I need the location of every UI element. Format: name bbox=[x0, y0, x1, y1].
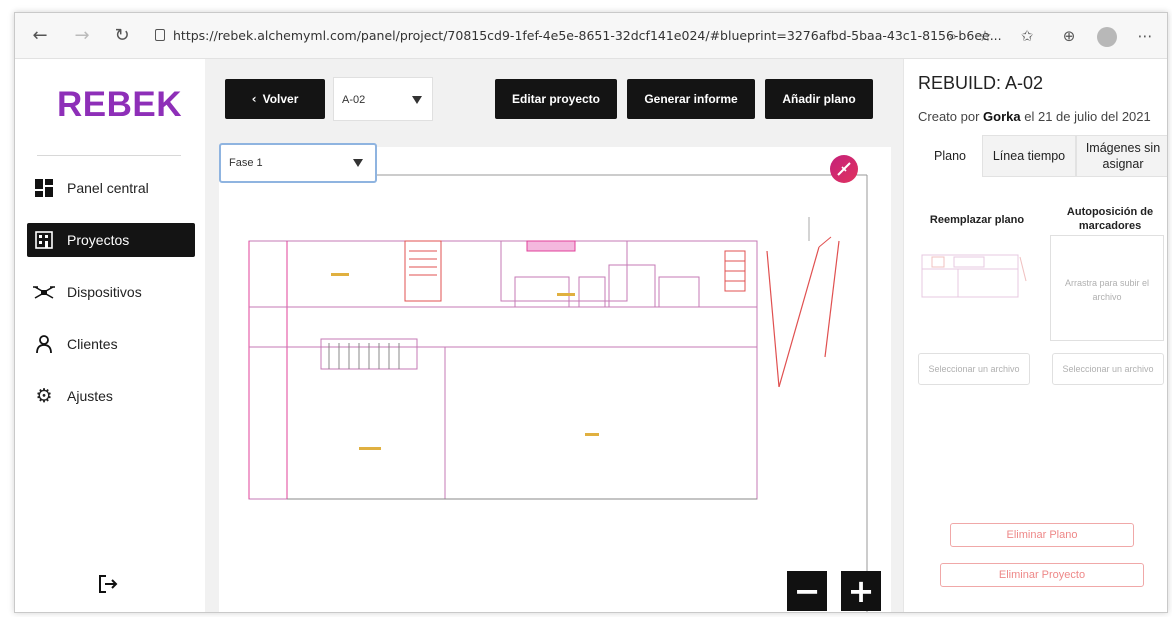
sidebar-item-clientes[interactable]: Clientes bbox=[27, 327, 195, 361]
sidebar-item-label: Ajustes bbox=[67, 388, 113, 404]
sidebar-item-label: Proyectos bbox=[67, 232, 130, 248]
sidebar-item-label: Clientes bbox=[67, 336, 118, 352]
forward-arrow-icon[interactable]: → bbox=[71, 25, 93, 47]
zoom-out-button[interactable]: − bbox=[787, 571, 827, 611]
more-icon[interactable]: ⋯ bbox=[1135, 26, 1155, 46]
delete-project-button[interactable]: Eliminar Proyecto bbox=[940, 563, 1144, 587]
author-name: Gorka bbox=[983, 109, 1021, 124]
edit-project-button[interactable]: Editar proyecto bbox=[495, 79, 617, 119]
chevron-left-icon: ‹ bbox=[251, 92, 257, 106]
sidebar-item-proyectos[interactable]: Proyectos bbox=[27, 223, 195, 257]
floor-plan-drawing bbox=[248, 174, 868, 612]
gear-icon: ⚙ bbox=[35, 385, 53, 407]
panel-tabs: Plano Línea tiempo Imágenes sin asignar bbox=[918, 135, 1167, 177]
select-file-button-1[interactable]: Seleccionar un archivo bbox=[918, 353, 1030, 385]
favorite-add-icon[interactable]: ☆ bbox=[975, 26, 995, 46]
lock-icon bbox=[155, 29, 165, 41]
generate-report-button[interactable]: Generar informe bbox=[627, 79, 755, 119]
reload-icon[interactable]: ↻ bbox=[111, 25, 133, 47]
chevron-down-icon bbox=[353, 159, 363, 167]
tab-linea-tiempo[interactable]: Línea tiempo bbox=[982, 135, 1076, 177]
zoom-icon[interactable]: ⌕ bbox=[943, 26, 963, 46]
upload-dropzone[interactable]: Arrastra para subir el archivo bbox=[1050, 235, 1164, 341]
zoom-in-button[interactable]: + bbox=[841, 571, 881, 611]
delete-plan-button[interactable]: Eliminar Plano bbox=[950, 523, 1134, 547]
profile-avatar[interactable] bbox=[1097, 27, 1117, 47]
user-icon bbox=[33, 333, 55, 355]
sidebar: REBEK Panel central Proyectos Dispositiv… bbox=[15, 59, 205, 612]
sidebar-divider bbox=[37, 155, 181, 156]
sidebar-item-ajustes[interactable]: ⚙ Ajustes bbox=[27, 379, 195, 413]
sidebar-item-label: Dispositivos bbox=[67, 284, 142, 300]
select-file-button-2[interactable]: Seleccionar un archivo bbox=[1052, 353, 1164, 385]
chevron-down-icon bbox=[412, 96, 422, 104]
phase-select[interactable]: Fase 1 bbox=[219, 143, 377, 183]
main-content: ‹ Volver A-02 Editar proyecto Generar in… bbox=[205, 59, 903, 612]
auto-position-heading: Autoposición de marcadores bbox=[1066, 206, 1154, 232]
dashboard-icon bbox=[33, 177, 55, 199]
logout-icon[interactable] bbox=[97, 573, 119, 600]
back-button[interactable]: ‹ Volver bbox=[225, 79, 325, 119]
sidebar-item-label: Panel central bbox=[67, 180, 149, 196]
tab-imagenes-sin-asignar[interactable]: Imágenes sin asignar bbox=[1076, 135, 1167, 177]
created-by-text: Creato por Gorka el 21 de julio del 2021 bbox=[918, 109, 1151, 124]
blueprint-canvas[interactable] bbox=[219, 147, 891, 612]
drone-icon bbox=[33, 281, 55, 303]
browser-toolbar: ← → ↻ https://rebek.alchemyml.com/panel/… bbox=[15, 13, 1167, 59]
project-details-panel: REBUILD: A-02 Creato por Gorka el 21 de … bbox=[903, 59, 1167, 612]
back-arrow-icon[interactable]: ← bbox=[29, 25, 51, 47]
sidebar-item-panel-central[interactable]: Panel central bbox=[27, 171, 195, 205]
replace-plan-heading: Reemplazar plano bbox=[929, 214, 1025, 226]
collections-icon[interactable]: ⊕ bbox=[1059, 26, 1079, 46]
marker-tool-icon[interactable] bbox=[830, 155, 858, 183]
add-plan-button[interactable]: Añadir plano bbox=[765, 79, 873, 119]
app-logo[interactable]: REBEK bbox=[57, 85, 182, 125]
address-bar[interactable]: https://rebek.alchemyml.com/panel/projec… bbox=[173, 23, 1007, 49]
plan-thumbnail bbox=[918, 235, 1028, 325]
project-title: REBUILD: A-02 bbox=[918, 73, 1044, 93]
favorites-icon[interactable]: ✩ bbox=[1017, 26, 1037, 46]
building-icon bbox=[33, 229, 55, 251]
sidebar-item-dispositivos[interactable]: Dispositivos bbox=[27, 275, 195, 309]
browser-window: ← → ↻ https://rebek.alchemyml.com/panel/… bbox=[14, 12, 1168, 613]
tab-plano[interactable]: Plano bbox=[918, 135, 982, 177]
plan-select[interactable]: A-02 bbox=[333, 77, 433, 121]
